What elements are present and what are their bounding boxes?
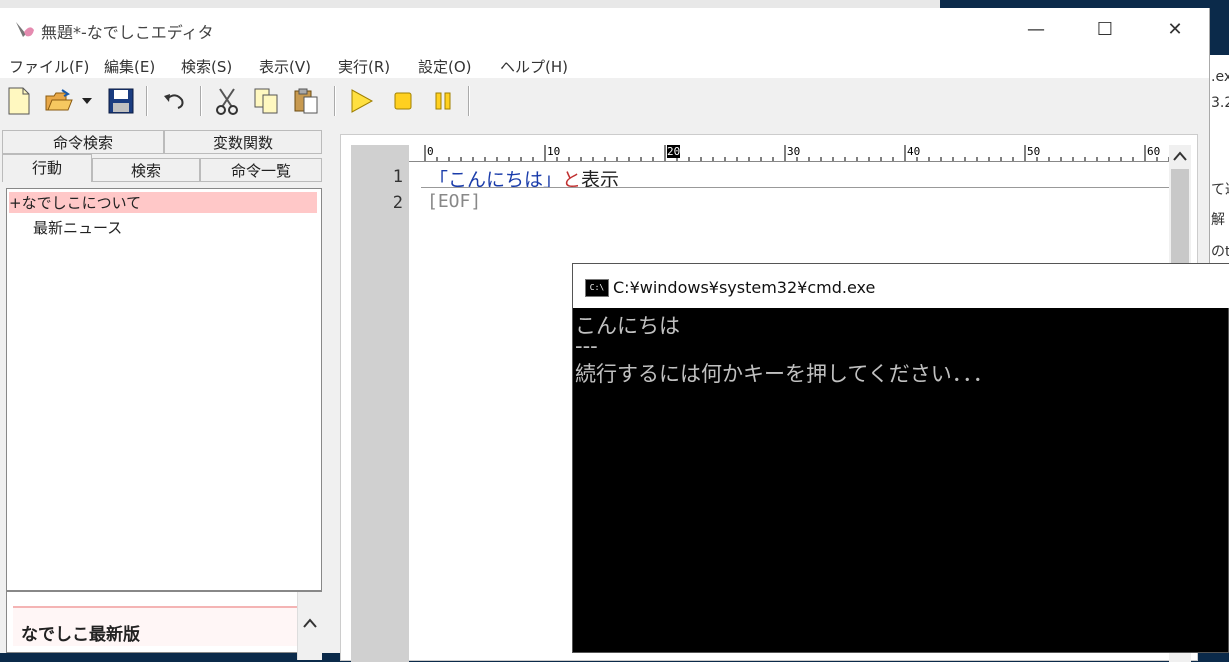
tab-actions[interactable]: 行動 — [2, 154, 92, 182]
close-button[interactable]: ✕ — [1152, 8, 1198, 50]
tab-command-list[interactable]: 命令一覧 — [200, 158, 322, 182]
open-folder-icon[interactable] — [44, 86, 74, 116]
bg-fragment: 解 — [1211, 212, 1225, 228]
menu-run[interactable]: 実行(R) — [338, 56, 390, 77]
bg-fragment: 3.2 — [1211, 95, 1229, 111]
cmd-title-bar[interactable]: C:\ C:¥windows¥system32¥cmd.exe — [573, 264, 1229, 308]
ruler-mark: 50 — [1027, 145, 1041, 158]
copy-icon[interactable] — [251, 86, 281, 116]
window-title: 無題*-なでしこエディタ — [41, 23, 214, 42]
menu-settings[interactable]: 設定(O) — [418, 56, 472, 77]
ruler-mark-cursor: 20 — [667, 145, 681, 158]
cmd-title: C:¥windows¥system32¥cmd.exe — [613, 278, 876, 297]
dropdown-arrow-icon[interactable] — [78, 86, 96, 116]
toolbar-separator — [146, 86, 148, 116]
action-tree: +なでしこについて 最新ニュース — [6, 188, 322, 591]
news-title[interactable]: なでしこ最新版 — [13, 606, 297, 646]
chevron-up-icon[interactable] — [1172, 151, 1188, 161]
stop-icon[interactable] — [388, 86, 418, 116]
maximize-button[interactable]: ☐ — [1082, 8, 1128, 50]
tab-search[interactable]: 検索 — [92, 158, 200, 182]
bg-fragment: .ex — [1211, 69, 1229, 85]
nadeshiko-app-icon — [16, 22, 34, 37]
toolbar-separator — [200, 86, 202, 116]
news-scrollbar[interactable] — [297, 592, 322, 660]
menu-bar: ファイル(F) 編集(E) 検索(S) 表示(V) 実行(R) 設定(O) ヘル… — [0, 50, 1209, 78]
code-line-eof: [EOF] — [427, 191, 482, 212]
news-panel: なでしこ最新版 — [6, 591, 322, 660]
ruler-mark: 60 — [1147, 145, 1161, 158]
tab-variables-functions[interactable]: 変数関数 — [164, 130, 322, 154]
toolbar — [0, 80, 1209, 120]
cmd-window: C:\ C:¥windows¥system32¥cmd.exe こんにちは --… — [572, 263, 1229, 653]
menu-view[interactable]: 表示(V) — [259, 56, 311, 77]
new-file-icon[interactable] — [4, 86, 34, 116]
run-icon[interactable] — [346, 86, 376, 116]
line-number-gutter: 1 2 — [351, 145, 409, 662]
ruler-mark: 40 — [907, 145, 921, 158]
pause-icon[interactable] — [428, 86, 458, 116]
menu-help[interactable]: ヘルプ(H) — [500, 56, 568, 77]
scrollbar-thumb[interactable] — [1171, 169, 1189, 269]
cmd-output-line: 続行するには何かキーを押してください．．． — [575, 362, 994, 386]
current-line-underline — [421, 187, 1169, 188]
save-icon[interactable] — [106, 86, 136, 116]
paste-icon[interactable] — [291, 86, 321, 116]
ruler-mark: 0 — [427, 145, 434, 158]
ruler-mark: 10 — [547, 145, 561, 158]
tree-item-latest-news[interactable]: 最新ニュース — [33, 217, 122, 238]
background-taskbar-strip — [0, 0, 940, 8]
minimize-button[interactable]: — — [1013, 8, 1059, 50]
toolbar-separator — [334, 86, 336, 116]
menu-file[interactable]: ファイル(F) — [9, 56, 89, 77]
bg-fragment: のt — [1211, 244, 1229, 260]
column-ruler: 0 10 20 30 40 50 60 — [409, 145, 1169, 162]
menu-search[interactable]: 検索(S) — [181, 56, 232, 77]
ruler-mark: 30 — [787, 145, 801, 158]
line-number: 1 — [392, 167, 403, 187]
bg-fragment: て運 — [1211, 182, 1229, 198]
toolbar-separator — [468, 86, 470, 116]
tree-item-about-nadeshiko[interactable]: +なでしこについて — [9, 192, 317, 213]
cmd-icon: C:\ — [585, 279, 609, 297]
cut-icon[interactable] — [212, 86, 242, 116]
undo-icon[interactable] — [160, 86, 190, 116]
chevron-up-icon[interactable] — [302, 618, 318, 628]
tab-command-search[interactable]: 命令検索 — [2, 130, 164, 154]
menu-edit[interactable]: 編集(E) — [104, 56, 155, 77]
line-number: 2 — [392, 193, 403, 213]
cmd-output-line: --- — [575, 334, 598, 358]
title-bar[interactable]: 無題*-なでしこエディタ — ☐ ✕ — [0, 8, 1209, 50]
